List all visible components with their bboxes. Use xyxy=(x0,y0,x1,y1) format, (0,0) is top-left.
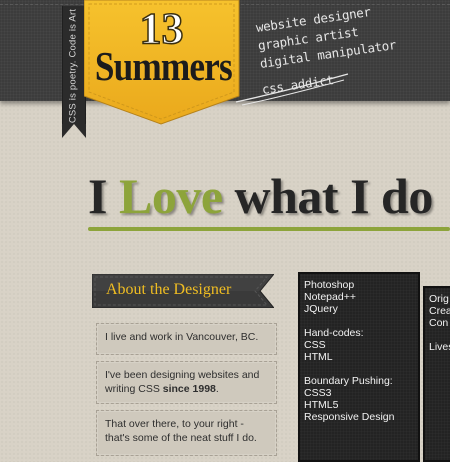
about-card-text: That over there, to your right - that's … xyxy=(105,418,257,444)
skill-group-label: Boundary Pushing: xyxy=(304,375,393,387)
right-panel-line: Crea xyxy=(429,305,450,317)
side-ribbon-tail xyxy=(62,124,86,138)
right-panel-line: Orig xyxy=(429,293,449,305)
skill-group-label: Hand-codes: xyxy=(304,327,364,339)
right-panel-line: Lives xyxy=(429,341,450,353)
about-card-experience: I've been designing websites and writing… xyxy=(96,361,277,404)
about-card-pointer: That over there, to your right - that's … xyxy=(96,410,277,456)
right-panel: Orig Crea Con Lives xyxy=(423,286,450,462)
skill-item: CSS3 xyxy=(304,387,332,399)
skill-item: Notepad++ xyxy=(304,291,356,303)
skill-item: Photoshop xyxy=(304,279,355,291)
about-card-location: I live and work in Vancouver, BC. xyxy=(96,323,277,355)
about-card-bold: since 1998 xyxy=(162,383,216,395)
skill-item: HTML xyxy=(304,351,333,363)
skills-panel: Photoshop Notepad++ JQuery Hand-codes: C… xyxy=(298,272,420,462)
skill-item: JQuery xyxy=(304,303,338,315)
skill-item: HTML5 xyxy=(304,399,339,411)
skill-item: CSS xyxy=(304,339,326,351)
about-card-text: . xyxy=(215,383,219,395)
hero-text-before: I xyxy=(88,168,119,224)
about-title: About the Designer xyxy=(106,281,232,298)
side-ribbon-text: CSS is poetry. Code is Art xyxy=(67,8,79,124)
hero-text-after: what I do xyxy=(222,168,434,224)
scribble-lines-icon xyxy=(235,73,349,106)
about-card-text: I live and work in Vancouver, BC. xyxy=(105,331,259,343)
logo-wordmark: Summers xyxy=(94,43,233,89)
hero-underline xyxy=(88,227,450,231)
skill-item: Responsive Design xyxy=(304,411,395,423)
hero-headline: I Love what I do xyxy=(88,164,433,228)
hero-accent-word: Love xyxy=(118,168,223,224)
right-panel-line: Con xyxy=(429,317,449,329)
